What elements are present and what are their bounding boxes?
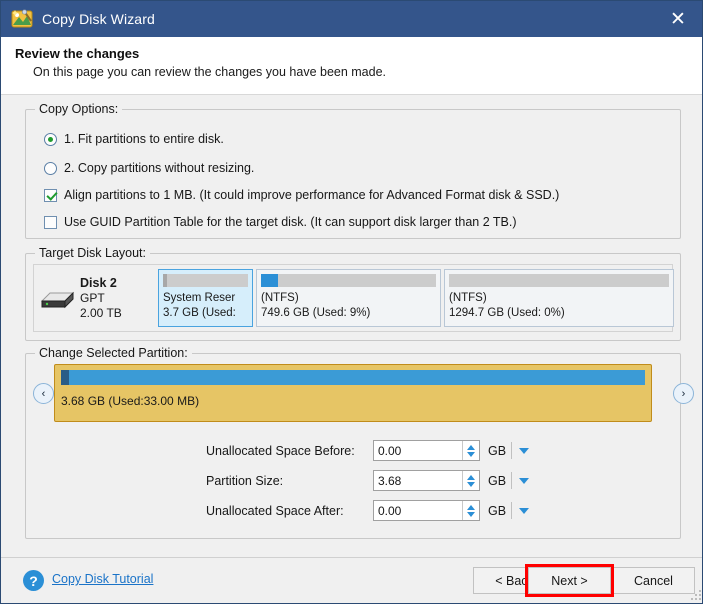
copy-options-group: Copy Options: 1. Fit partitions to entir…: [25, 102, 681, 239]
unit-label: GB: [488, 473, 507, 488]
partition-tile-system-reserved[interactable]: System Reser 3.7 GB (Used:: [158, 269, 253, 327]
stepper-down-icon[interactable]: [467, 511, 475, 517]
unallocated-space-before-stepper[interactable]: 0.00: [373, 440, 480, 461]
page-header: Review the changes On this page you can …: [1, 37, 702, 95]
target-disk-layout-group: Target Disk Layout: Disk 2 GPT 2.00 TB S…: [25, 246, 681, 341]
partition-size-stepper[interactable]: 3.68: [373, 470, 480, 491]
unallocated-space-before-input[interactable]: 0.00: [374, 444, 462, 458]
partition-size: 3.7 GB (Used:: [163, 306, 236, 319]
page-subtitle: On this page you can review the changes …: [33, 65, 387, 79]
option-fit-partitions-label: 1. Fit partitions to entire disk.: [64, 132, 224, 146]
radio-fit-partitions[interactable]: [44, 132, 57, 146]
option-align-partitions-label: Align partitions to 1 MB. (It could impr…: [64, 188, 560, 202]
stepper-down-icon[interactable]: [467, 481, 475, 487]
divider: [511, 472, 512, 489]
partition-size-form: Unallocated Space Before: 0.00 GB Partit…: [206, 440, 529, 530]
chevron-right-icon[interactable]: ›: [673, 383, 694, 404]
field-unallocated-space-before: Unallocated Space Before: 0.00 GB: [206, 440, 529, 461]
unit-dropdown-icon[interactable]: [519, 477, 529, 484]
selected-partition-usage-bar: [61, 370, 645, 385]
resize-grip[interactable]: [691, 590, 701, 600]
partition-usage-fill: [261, 274, 278, 287]
window-title: Copy Disk Wizard: [42, 11, 155, 27]
disk-capacity: 2.00 TB: [80, 306, 122, 320]
stepper-buttons[interactable]: [462, 471, 479, 490]
dialog-footer: ? Copy Disk Tutorial < Back Next > Cance…: [1, 557, 702, 603]
field-label: Partition Size:: [206, 473, 284, 488]
change-selected-partition-group: Change Selected Partition: ‹ 3.68 GB (Us…: [25, 346, 694, 539]
dialog-body: Copy Options: 1. Fit partitions to entir…: [1, 95, 702, 557]
unit-dropdown-icon[interactable]: [519, 447, 529, 454]
stepper-up-icon[interactable]: [467, 474, 475, 480]
partition-name: System Reser: [163, 292, 236, 304]
wizard-icon: [11, 8, 33, 30]
unit-label: GB: [488, 503, 507, 518]
field-partition-size: Partition Size: 3.68 GB: [206, 470, 529, 491]
partition-usage-bar: [449, 274, 669, 287]
copy-disk-tutorial-link[interactable]: Copy Disk Tutorial: [52, 572, 153, 586]
partition-name: (NTFS): [261, 292, 299, 304]
option-fit-partitions[interactable]: 1. Fit partitions to entire disk.: [44, 132, 224, 146]
stepper-buttons[interactable]: [462, 441, 479, 460]
option-align-partitions[interactable]: Align partitions to 1 MB. (It could impr…: [44, 188, 559, 202]
stepper-up-icon[interactable]: [467, 504, 475, 510]
partition-name: (NTFS): [449, 292, 487, 304]
checkbox-use-gpt[interactable]: [44, 215, 57, 229]
partition-size: 749.6 GB (Used: 9%): [261, 306, 371, 319]
disk-name: Disk 2: [80, 275, 117, 290]
radio-copy-without-resizing[interactable]: [44, 161, 57, 175]
disk-info: Disk 2 GPT 2.00 TB: [38, 269, 158, 327]
disk-labels: Disk 2 GPT 2.00 TB: [80, 275, 122, 322]
stepper-up-icon[interactable]: [467, 444, 475, 450]
close-icon[interactable]: ✕: [654, 1, 702, 37]
disk-scheme: GPT: [80, 290, 105, 305]
unallocated-space-after-stepper[interactable]: 0.00: [373, 500, 480, 521]
partition-size: 1294.7 GB (Used: 0%): [449, 306, 565, 319]
checkbox-align-partitions[interactable]: [44, 188, 57, 202]
hard-disk-icon: [40, 285, 75, 311]
selected-partition-strip: ‹ 3.68 GB (Used:33.00 MB) ›: [33, 364, 694, 424]
field-unallocated-space-after: Unallocated Space After: 0.00 GB: [206, 500, 529, 521]
divider: [511, 442, 512, 459]
stepper-down-icon[interactable]: [467, 451, 475, 457]
target-disk-layout-legend: Target Disk Layout:: [35, 246, 150, 260]
field-label: Unallocated Space After:: [206, 503, 344, 518]
selected-partition-label: 3.68 GB (Used:33.00 MB): [61, 394, 200, 408]
selected-partition-block[interactable]: 3.68 GB (Used:33.00 MB): [54, 364, 652, 422]
unit-dropdown-icon[interactable]: [519, 507, 529, 514]
partition-tile-ntfs-1[interactable]: (NTFS) 749.6 GB (Used: 9%): [256, 269, 441, 327]
next-button[interactable]: Next >: [528, 567, 611, 594]
disk-panel: Disk 2 GPT 2.00 TB System Reser 3.7 GB (…: [33, 264, 674, 332]
change-selected-partition-legend: Change Selected Partition:: [35, 346, 192, 360]
partition-tile-ntfs-2[interactable]: (NTFS) 1294.7 GB (Used: 0%): [444, 269, 674, 327]
selected-partition-used-fill: [61, 370, 69, 385]
unallocated-space-after-input[interactable]: 0.00: [374, 504, 462, 518]
partition-usage-fill: [163, 274, 167, 287]
option-copy-without-resizing-label: 2. Copy partitions without resizing.: [64, 161, 255, 175]
stepper-buttons[interactable]: [462, 501, 479, 520]
partition-usage-bar: [163, 274, 248, 287]
cancel-button[interactable]: Cancel: [612, 567, 695, 594]
field-label: Unallocated Space Before:: [206, 443, 355, 458]
partition-usage-bar: [261, 274, 436, 287]
help-icon[interactable]: ?: [23, 570, 44, 591]
copy-options-legend: Copy Options:: [35, 102, 123, 116]
unit-label: GB: [488, 443, 507, 458]
partition-size-input[interactable]: 3.68: [374, 474, 462, 488]
divider: [511, 502, 512, 519]
option-use-gpt[interactable]: Use GUID Partition Table for the target …: [44, 215, 517, 229]
chevron-left-icon[interactable]: ‹: [33, 383, 54, 404]
page-title: Review the changes: [15, 46, 140, 61]
copy-disk-wizard-window: Copy Disk Wizard ✕ Review the changes On…: [0, 0, 703, 604]
option-copy-without-resizing[interactable]: 2. Copy partitions without resizing.: [44, 161, 254, 175]
option-use-gpt-label: Use GUID Partition Table for the target …: [64, 215, 517, 229]
title-bar: Copy Disk Wizard ✕: [1, 1, 702, 37]
